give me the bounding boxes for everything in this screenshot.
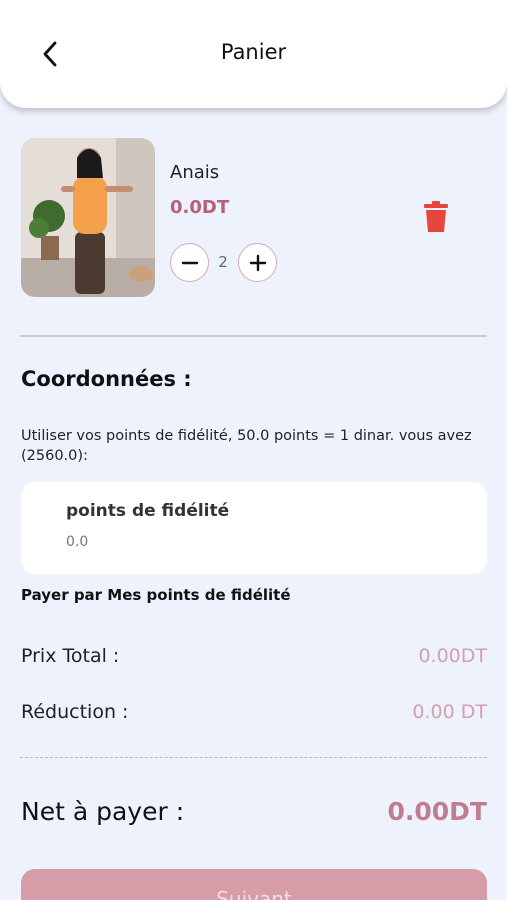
discount-value: 0.00 DT: [412, 701, 487, 723]
points-input[interactable]: [66, 534, 446, 550]
fidelity-info-text: Utiliser vos points de fidélité, 50.0 po…: [21, 428, 472, 464]
dashed-divider: [20, 757, 487, 758]
minus-icon: [181, 261, 198, 264]
discount-label: Réduction :: [21, 701, 129, 723]
plus-icon: [249, 254, 266, 271]
divider: [20, 335, 487, 337]
product-image[interactable]: [21, 138, 155, 297]
delete-item-button[interactable]: [422, 200, 450, 234]
quantity-value: 2: [218, 253, 228, 271]
product-name: Anais: [170, 162, 220, 183]
page-title: Panier: [220, 40, 287, 64]
decrease-quantity-button[interactable]: [170, 243, 209, 282]
points-card: points de fidélité: [21, 482, 487, 574]
trash-icon: [424, 201, 448, 232]
product-price: 0.0DT: [170, 197, 230, 218]
net-value: 0.00DT: [387, 797, 488, 826]
net-label: Net à payer :: [21, 797, 185, 826]
points-label: points de fidélité: [66, 501, 230, 521]
increase-quantity-button[interactable]: [238, 243, 277, 282]
coordinates-title: Coordonnées :: [21, 367, 192, 391]
total-label: Prix Total :: [21, 645, 120, 667]
app-header: Panier: [0, 0, 507, 108]
total-value: 0.00DT: [418, 645, 487, 667]
next-button[interactable]: Suivant: [21, 869, 487, 900]
pay-with-points-link[interactable]: Payer par Mes points de fidélité: [21, 586, 291, 604]
